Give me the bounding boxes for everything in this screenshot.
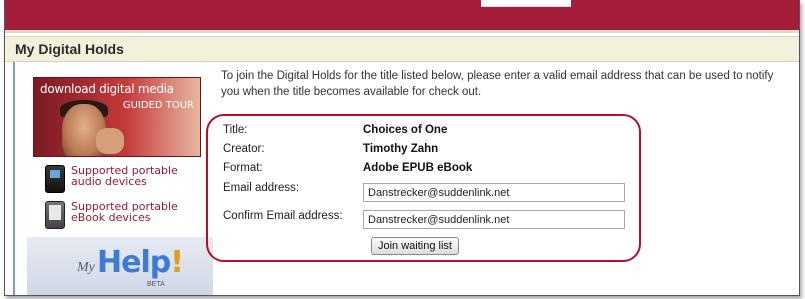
- help-beta-badge: BETA: [147, 281, 165, 288]
- promo-title: download digital media: [40, 82, 174, 96]
- page-title: My Digital Holds: [15, 41, 124, 57]
- help-exclamation: !: [170, 245, 184, 280]
- guided-tour-banner[interactable]: download digital media GUIDED TOUR: [33, 77, 201, 157]
- page-frame: My Digital Holds download digital media …: [4, 0, 800, 296]
- ebook-devices-label: Supported portable eBook devices: [71, 201, 178, 223]
- help-logo-text: Help!: [97, 245, 184, 280]
- audio-devices-line2: audio devices: [71, 175, 147, 188]
- banner-tab: [481, 0, 571, 7]
- creator-label: Creator:: [223, 143, 265, 155]
- sidebar-divider: [13, 62, 15, 295]
- audio-player-icon: [45, 165, 65, 193]
- sidebar: download digital media GUIDED TOUR Suppo…: [5, 62, 213, 295]
- promo-subtitle: GUIDED TOUR: [122, 100, 194, 111]
- supported-ebook-devices-link[interactable]: Supported portable eBook devices: [41, 199, 211, 231]
- banner-shadow: [5, 30, 799, 33]
- supported-audio-devices-link[interactable]: Supported portable audio devices: [41, 163, 211, 195]
- title-value: Choices of One: [363, 124, 448, 136]
- top-banner: [5, 0, 799, 30]
- creator-value: Timothy Zahn: [363, 143, 439, 155]
- my-help-button[interactable]: My Help! BETA: [27, 237, 213, 295]
- format-value: Adobe EPUB eBook: [363, 162, 473, 174]
- join-waiting-list-button[interactable]: Join waiting list: [371, 237, 459, 255]
- ebook-reader-icon: [45, 201, 65, 229]
- email-field[interactable]: [363, 183, 625, 202]
- confirm-email-field[interactable]: [363, 210, 625, 229]
- confirm-email-label: Confirm Email address:: [223, 210, 343, 222]
- format-label: Format:: [223, 162, 263, 174]
- ebook-devices-line2: eBook devices: [71, 211, 151, 224]
- title-label: Title:: [223, 124, 248, 136]
- help-my-text: My: [77, 260, 95, 275]
- audio-devices-label: Supported portable audio devices: [71, 165, 178, 187]
- promo-fist-shape: [96, 128, 124, 154]
- help-word: Help: [97, 245, 171, 280]
- email-label: Email address:: [223, 182, 300, 194]
- intro-text: To join the Digital Holds for the title …: [221, 70, 774, 98]
- title-bar: My Digital Holds: [5, 36, 799, 62]
